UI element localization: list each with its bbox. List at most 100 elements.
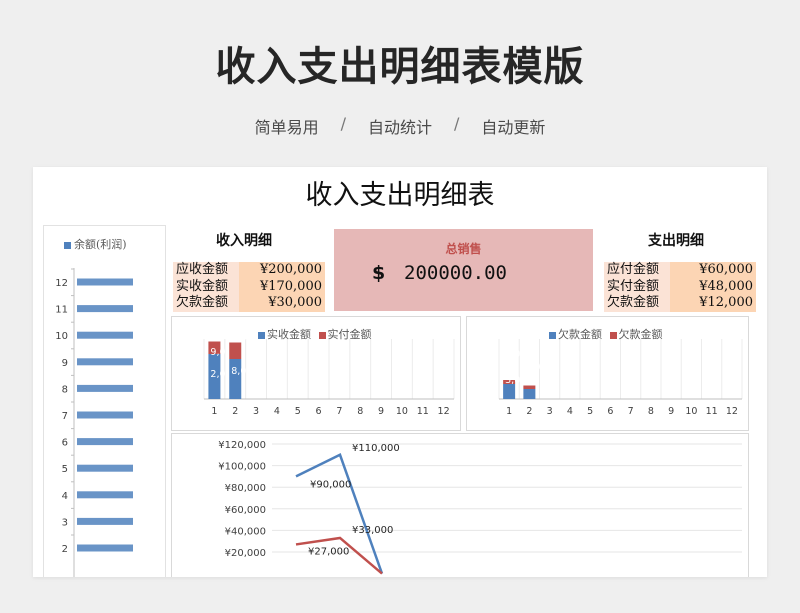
tick-label: 6	[62, 438, 68, 449]
legend-swatch	[258, 331, 265, 339]
sheet-title: 收入支出明细表	[305, 180, 495, 211]
legend-swatch	[318, 331, 326, 339]
tick-label: 2	[526, 406, 532, 417]
legend-swatch	[549, 331, 556, 339]
data-label: 8,0	[231, 366, 246, 377]
feature-easy: 简单易用	[254, 118, 319, 137]
tick-label: 11	[55, 305, 68, 316]
tick-label: ¥120,000	[218, 440, 266, 451]
tick-label: 8	[62, 384, 68, 395]
tick-label: 3	[253, 406, 259, 417]
tick-label: 2	[62, 544, 68, 555]
tick-label: 6	[607, 406, 613, 417]
tick-label: 2	[232, 406, 238, 417]
data-label: 2,0	[505, 349, 520, 360]
tick-label: 4	[62, 491, 68, 502]
bar	[229, 359, 242, 399]
bar	[77, 411, 133, 419]
tick-label: ¥100,000	[218, 462, 266, 473]
income-heading: 收入明细	[216, 233, 272, 249]
feature-auto-stats: 自动统计	[367, 118, 432, 137]
tick-label: 9	[62, 358, 68, 369]
table-row: 实付金额 ¥48,000	[604, 278, 756, 295]
arrears-legend: 欠款金额 欠款金额	[549, 326, 663, 342]
bar	[77, 331, 133, 339]
tick-label: 12	[438, 406, 450, 417]
table-row: 实收金额 ¥170,000	[173, 278, 325, 295]
data-label: ¥90,000	[310, 479, 351, 490]
page-title: 收入支出明细表模版	[215, 44, 585, 90]
tick-label: 10	[685, 406, 697, 417]
expense-label: 实付金额	[604, 278, 670, 295]
trend-line-chart: ¥120,000 ¥100,000 ¥80,000 ¥60,000 ¥40,000 ¥20…	[171, 433, 749, 577]
tick-label: 5	[62, 464, 68, 475]
bar	[77, 358, 133, 366]
separator: /	[454, 114, 460, 133]
bar	[523, 389, 536, 399]
tick-label: 12	[726, 406, 738, 417]
data-label: 1,0	[525, 362, 540, 373]
table-row: 应付金额 ¥60,000	[604, 262, 756, 279]
income-value: ¥30,000	[239, 295, 325, 312]
trend-line-plot: ¥120,000 ¥100,000 ¥80,000 ¥60,000 ¥40,000 ¥20…	[218, 440, 742, 575]
tick-label: 4	[274, 406, 280, 417]
tick-label: 4	[567, 406, 573, 417]
data-label: 3,0	[505, 375, 520, 386]
tick-label: 11	[417, 406, 429, 417]
spreadsheet-preview: 收入支出明细表 余额(利润) 2 3 4 5 6 7 8 9 10 11 12 收入明细 应收金额 ¥…	[33, 167, 767, 577]
tick-label: 8	[357, 406, 363, 417]
tick-label: 7	[628, 406, 634, 417]
expense-label: 应付金额	[604, 262, 670, 279]
tick-label: 8	[648, 406, 654, 417]
total-sales-label: 总销售	[445, 242, 482, 256]
bar	[229, 342, 242, 359]
tick-label: 11	[706, 406, 718, 417]
bar	[77, 544, 133, 552]
table-row: 欠款金额 ¥12,000	[604, 295, 756, 312]
legend-swatch	[609, 331, 617, 339]
legend-label: 实付金额	[327, 328, 372, 341]
tick-label: 9	[668, 406, 674, 417]
balance-bar-plot: 2 3 4 5 6 7 8 9 10 11 12	[55, 268, 133, 577]
tick-label: ¥60,000	[225, 505, 266, 516]
expense-value: ¥60,000	[670, 262, 756, 279]
income-value: ¥170,000	[239, 278, 325, 295]
tick-label: ¥20,000	[225, 548, 266, 559]
expense-heading: 支出明细	[648, 233, 704, 249]
tick-label: 7	[336, 406, 342, 417]
tick-label: 1	[506, 406, 512, 417]
bar	[77, 517, 133, 525]
arrears-column-chart: 1 2 3 4 5 6 7 8 9 10 11 12 3,0 2,0 1,0 欠款金额 欠款金额	[466, 316, 749, 431]
bar	[77, 438, 133, 446]
income-label: 应收金额	[173, 262, 239, 279]
total-sales-value: 200000.00	[404, 262, 507, 284]
feature-auto-update: 自动更新	[481, 118, 546, 137]
separator: /	[340, 114, 346, 133]
income-column-chart: 1 2 3 4 5 6 7 8 9 10 11 12 9,0 2,0 9,0 8,0 实收金额 实付金额	[171, 316, 461, 431]
bar	[503, 384, 516, 399]
tick-label: 10	[55, 331, 68, 342]
tick-label: 3	[62, 517, 68, 528]
dollar-icon: $	[372, 262, 386, 284]
balance-bar-chart: 余额(利润) 2 3 4 5 6 7 8 9 10 11 12	[43, 225, 166, 577]
data-label: 9,0	[231, 333, 246, 344]
income-label: 实收金额	[173, 278, 239, 295]
income-value: ¥200,000	[239, 262, 325, 279]
feature-tagline: 简单易用 / 自动统计 / 自动更新	[0, 114, 800, 138]
table-row: 欠款金额 ¥30,000	[173, 295, 325, 312]
data-label: 9,0	[210, 347, 225, 358]
income-legend: 实收金额 实付金额	[258, 326, 372, 342]
legend-label: 欠款金额	[558, 328, 602, 341]
tick-label: 5	[295, 406, 301, 417]
expense-table: 应付金额 ¥60,000 实付金额 ¥48,000 欠款金额 ¥12,000	[604, 262, 756, 312]
expense-value: ¥48,000	[670, 278, 756, 295]
expense-label: 欠款金额	[604, 295, 670, 312]
data-label: 2,0	[210, 369, 225, 380]
tick-label: 7	[62, 411, 68, 422]
tick-label: 9	[378, 406, 384, 417]
tick-label: ¥40,000	[225, 526, 266, 537]
table-row: 应收金额 ¥200,000	[173, 262, 325, 279]
bar	[77, 384, 133, 392]
income-label: 欠款金额	[173, 295, 239, 312]
total-sales-box: 总销售 $ 200000.00	[334, 229, 593, 311]
